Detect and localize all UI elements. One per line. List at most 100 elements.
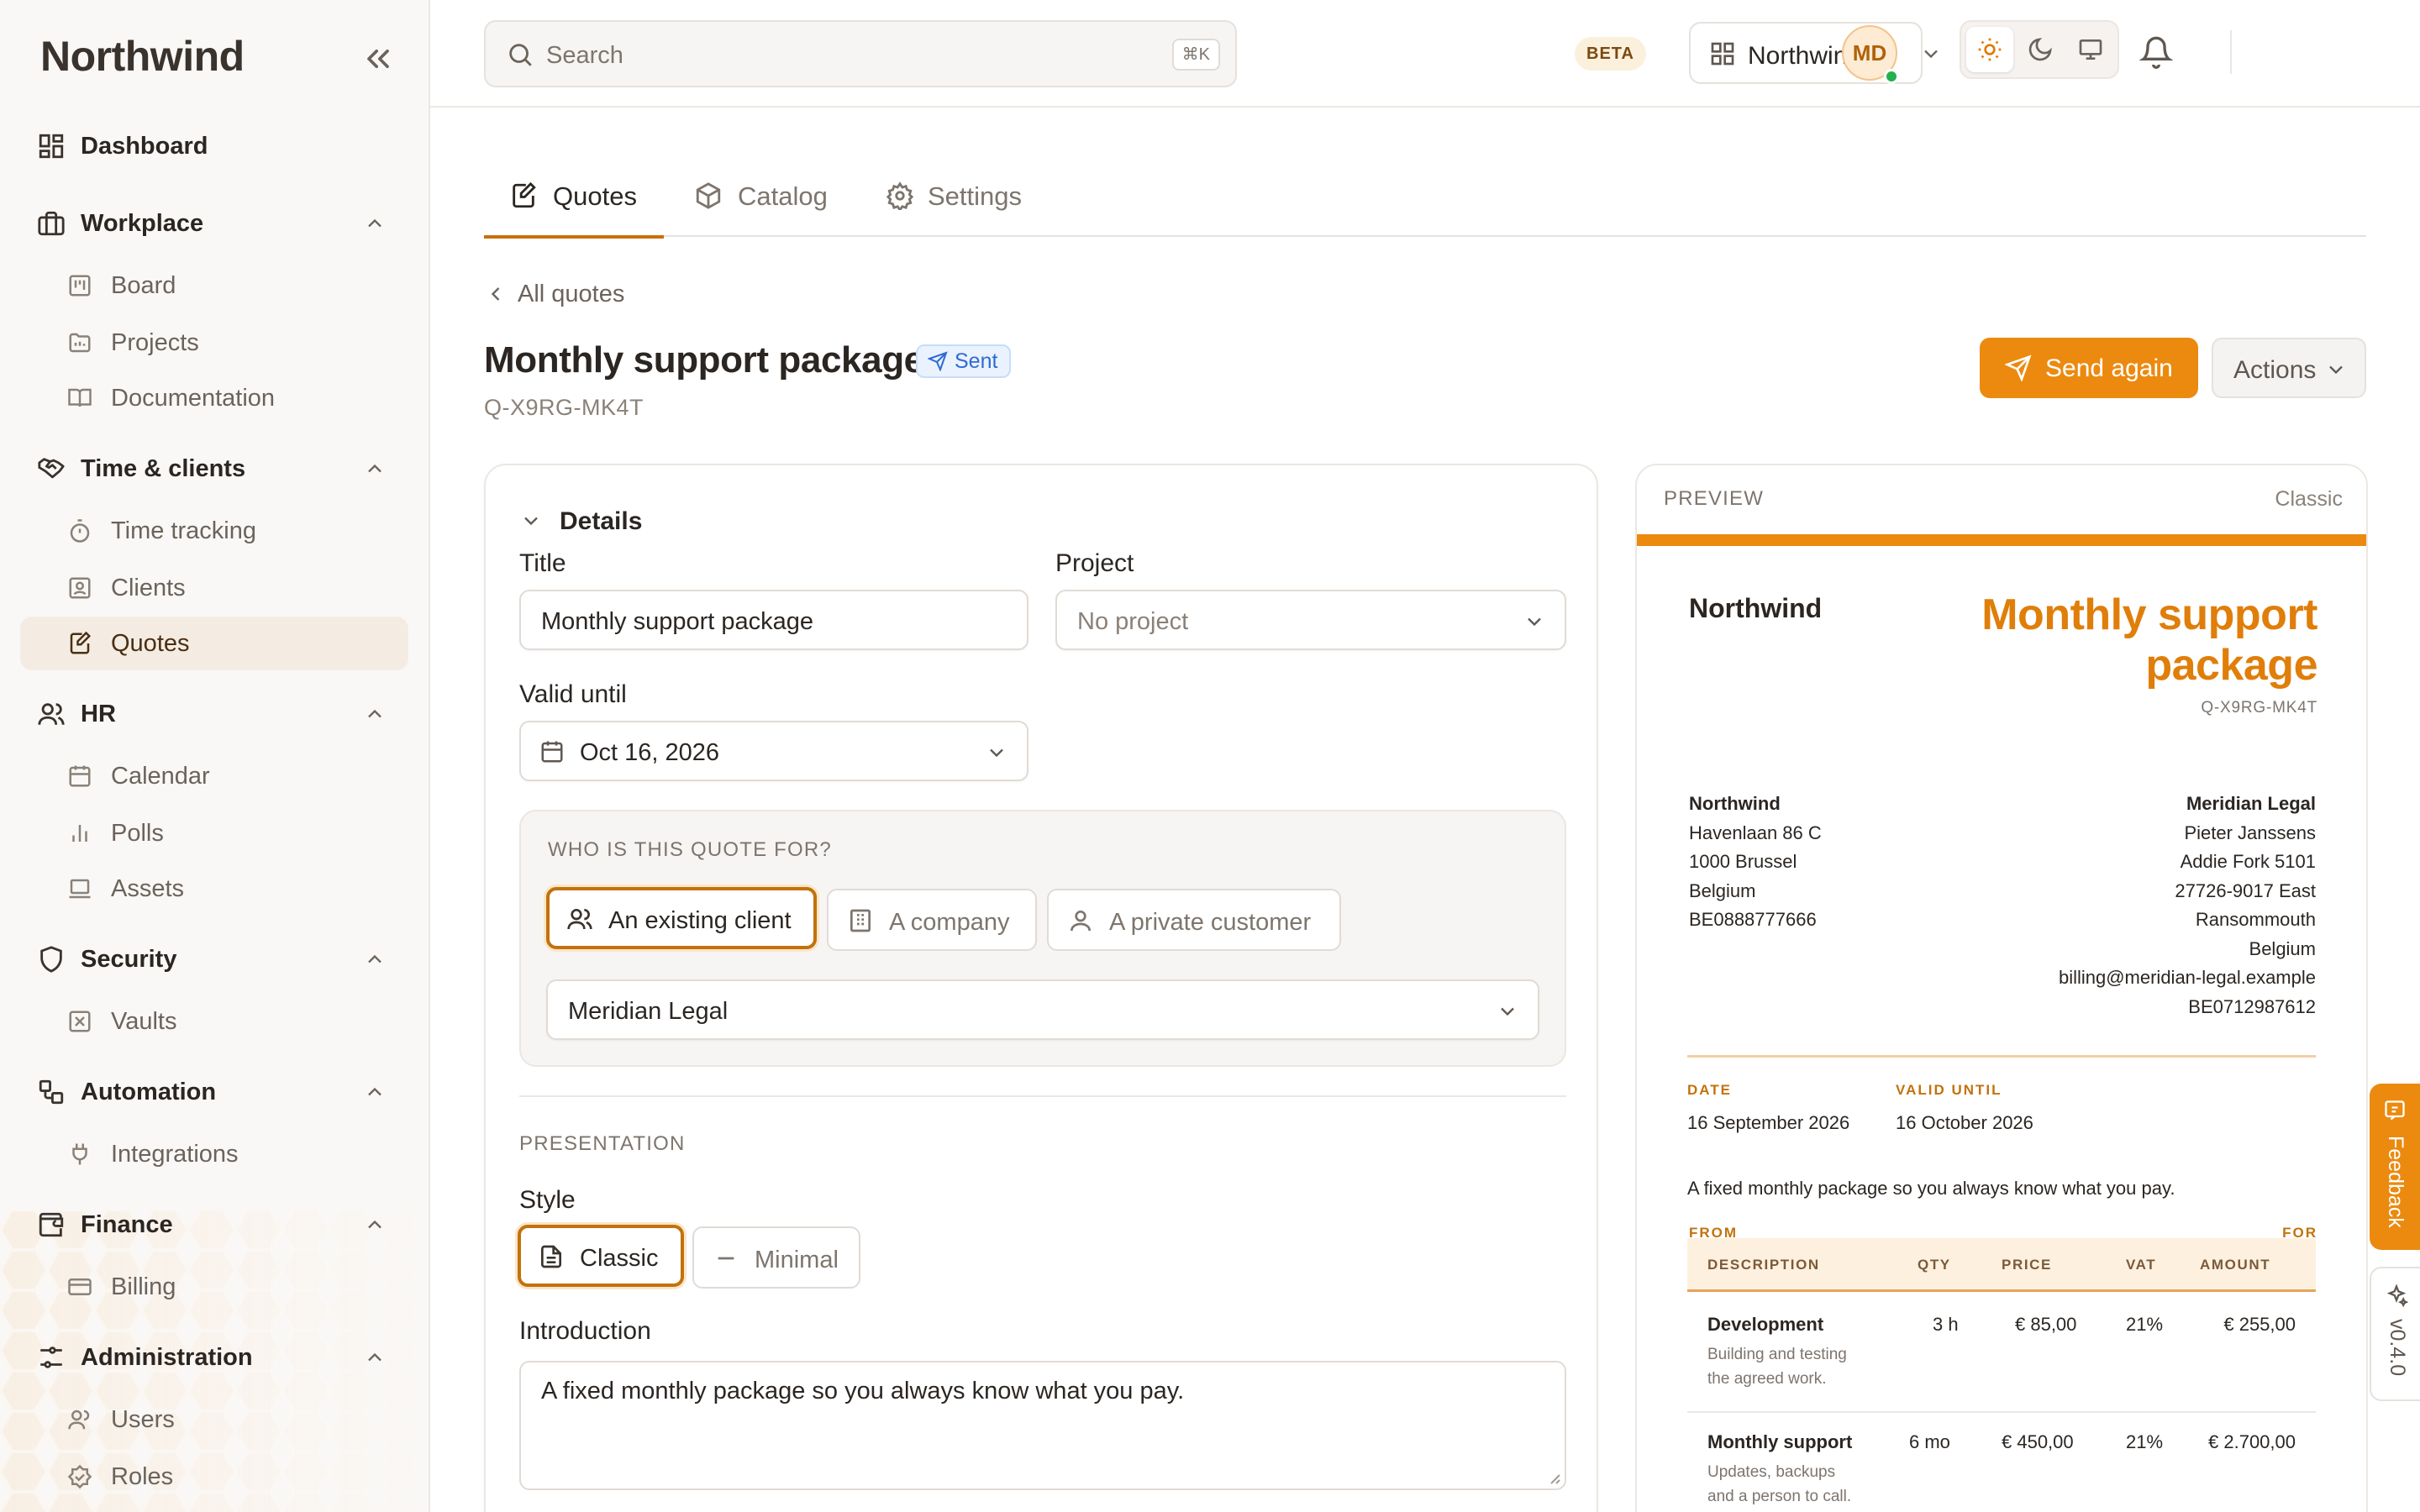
item-description: Updates, backups — [1707, 1463, 1836, 1481]
bell-icon[interactable] — [2139, 35, 2173, 69]
topbar: Search ⌘K BETA Northwind — [430, 0, 2420, 108]
sidebar-group-administration[interactable]: Administration — [20, 1331, 408, 1384]
table-row: Development Building and testing the agr… — [1687, 1294, 2316, 1411]
tab-settings[interactable]: Settings — [886, 181, 1045, 237]
version-tab[interactable]: v0.4.0 — [2370, 1267, 2420, 1401]
feedback-tab[interactable]: Feedback — [2370, 1084, 2420, 1250]
sidebar-group-label: Time & clients — [81, 454, 246, 482]
item-qty: 3 h — [1933, 1314, 1959, 1335]
sidebar-group-time-clients[interactable]: Time & clients — [20, 442, 408, 496]
system-theme-button[interactable] — [2067, 27, 2114, 72]
sidebar-item-roles[interactable]: Roles — [20, 1450, 408, 1504]
chevron-up-icon — [363, 948, 387, 971]
badge-check-icon — [67, 1464, 92, 1489]
sidebar-group-automation[interactable]: Automation — [20, 1065, 408, 1119]
stopwatch-icon — [67, 518, 92, 543]
sidebar-item-billing[interactable]: Billing — [20, 1260, 408, 1314]
sidebar-group-label: Workplace — [81, 209, 204, 237]
style-classic-option[interactable]: Classic — [518, 1225, 684, 1287]
preview-style-name: Classic — [2275, 487, 2343, 511]
title-input[interactable]: Monthly support package — [519, 590, 1028, 650]
sidebar-group-hr[interactable]: HR — [20, 687, 408, 741]
status-label: Sent — [955, 349, 998, 373]
search-input[interactable]: Search ⌘K — [484, 20, 1237, 87]
sidebar-group-workplace[interactable]: Workplace — [20, 197, 408, 250]
existing-client-option[interactable]: An existing client — [546, 887, 817, 949]
contact-card-icon — [67, 575, 92, 601]
tab-label: Catalog — [738, 181, 828, 211]
sidebar-item-dashboard[interactable]: Dashboard — [20, 119, 408, 173]
sidebar-item-assets[interactable]: Assets — [20, 862, 408, 916]
tab-label: Quotes — [553, 181, 637, 211]
address-line: Meridian Legal — [2186, 793, 2316, 814]
tab-quotes[interactable]: Quotes — [484, 181, 664, 239]
chevron-down-icon — [2324, 358, 2348, 381]
collapse-sidebar-icon[interactable] — [360, 40, 397, 77]
briefcase-icon — [37, 209, 66, 238]
sidebar-item-calendar[interactable]: Calendar — [20, 749, 408, 803]
company-option[interactable]: A company — [827, 889, 1037, 951]
sidebar-item-clients[interactable]: Clients — [20, 561, 408, 615]
sidebar-item-label: Vaults — [111, 1007, 177, 1035]
sidebar-item-users[interactable]: Users — [20, 1393, 408, 1446]
valid-until-preview-value: 16 October 2026 — [1896, 1112, 2033, 1133]
item-name: Development — [1707, 1314, 1824, 1335]
client-select[interactable]: Meridian Legal — [546, 979, 1539, 1040]
address-line: BE0712987612 — [2188, 995, 2316, 1017]
resize-grip-icon[interactable] — [1546, 1470, 1561, 1485]
dark-theme-button[interactable] — [2017, 27, 2064, 72]
feedback-icon — [2383, 1099, 2407, 1122]
book-open-icon — [67, 386, 92, 411]
chevron-up-icon — [363, 1213, 387, 1236]
item-amount: € 255,00 — [2223, 1314, 2296, 1335]
light-theme-button[interactable] — [1966, 27, 2013, 72]
sidebar-item-polls[interactable]: Polls — [20, 806, 408, 860]
option-label: A company — [889, 909, 1010, 936]
sidebar-group-finance[interactable]: Finance — [20, 1198, 408, 1252]
chevron-up-icon — [363, 212, 387, 235]
send-again-button[interactable]: Send again — [1980, 338, 2198, 398]
recipient-heading: WHO IS THIS QUOTE FOR? — [548, 838, 832, 861]
sidebar-item-label: Time tracking — [111, 517, 256, 544]
laptop-icon — [67, 876, 92, 901]
divider — [2230, 30, 2232, 74]
chevron-down-icon[interactable] — [1919, 42, 1943, 66]
tab-catalog[interactable]: Catalog — [694, 181, 854, 237]
chevron-down-icon — [519, 509, 543, 533]
sidebar-item-time-tracking[interactable]: Time tracking — [20, 504, 408, 558]
sidebar-item-quotes[interactable]: Quotes — [20, 617, 408, 670]
valid-until-datepicker[interactable]: Oct 16, 2026 — [519, 721, 1028, 781]
introduction-textarea[interactable]: A fixed monthly package so you always kn… — [519, 1361, 1566, 1490]
actions-button[interactable]: Actions — [2212, 338, 2366, 398]
chevron-left-icon — [484, 282, 508, 306]
search-icon — [506, 40, 534, 69]
monitor-icon — [2079, 39, 2102, 60]
sparkles-icon — [2385, 1284, 2408, 1307]
style-minimal-option[interactable]: Minimal — [692, 1226, 860, 1289]
search-placeholder: Search — [546, 42, 623, 69]
sidebar-item-label: Assets — [111, 874, 185, 902]
project-select[interactable]: No project — [1055, 590, 1566, 650]
chevron-up-icon — [363, 1080, 387, 1104]
brand-logo[interactable]: Northwind — [40, 32, 245, 81]
sidebar-item-vaults[interactable]: Vaults — [20, 995, 408, 1048]
address-line: BE0888777666 — [1689, 909, 1817, 930]
valid-until-preview-label: VALID UNTIL — [1896, 1082, 2002, 1098]
sidebar-item-label: Roles — [111, 1462, 174, 1490]
private-customer-option[interactable]: A private customer — [1047, 889, 1341, 951]
dashboard-icon — [37, 132, 66, 160]
from-address: Northwind Havenlaan 86 C 1000 Brussel Be… — [1689, 790, 1822, 935]
users-icon — [566, 906, 593, 932]
minus-icon — [713, 1245, 739, 1272]
sidebar-item-board[interactable]: Board — [20, 259, 408, 312]
sidebar-item-label: Billing — [111, 1273, 176, 1300]
theme-toggle — [1960, 20, 2119, 79]
address-line: 27726-9017 East — [2175, 879, 2316, 901]
sidebar-item-integrations[interactable]: Integrations — [20, 1127, 408, 1181]
sidebar-item-documentation[interactable]: Documentation — [20, 371, 408, 425]
sidebar-group-security[interactable]: Security — [20, 932, 408, 986]
document-number: Q-X9RG-MK4T — [2201, 699, 2317, 717]
sidebar-item-projects[interactable]: Projects — [20, 316, 408, 370]
column-header: DESCRIPTION — [1707, 1257, 1820, 1273]
table-row: Monthly support Updates, backups and a p… — [1687, 1413, 2316, 1512]
